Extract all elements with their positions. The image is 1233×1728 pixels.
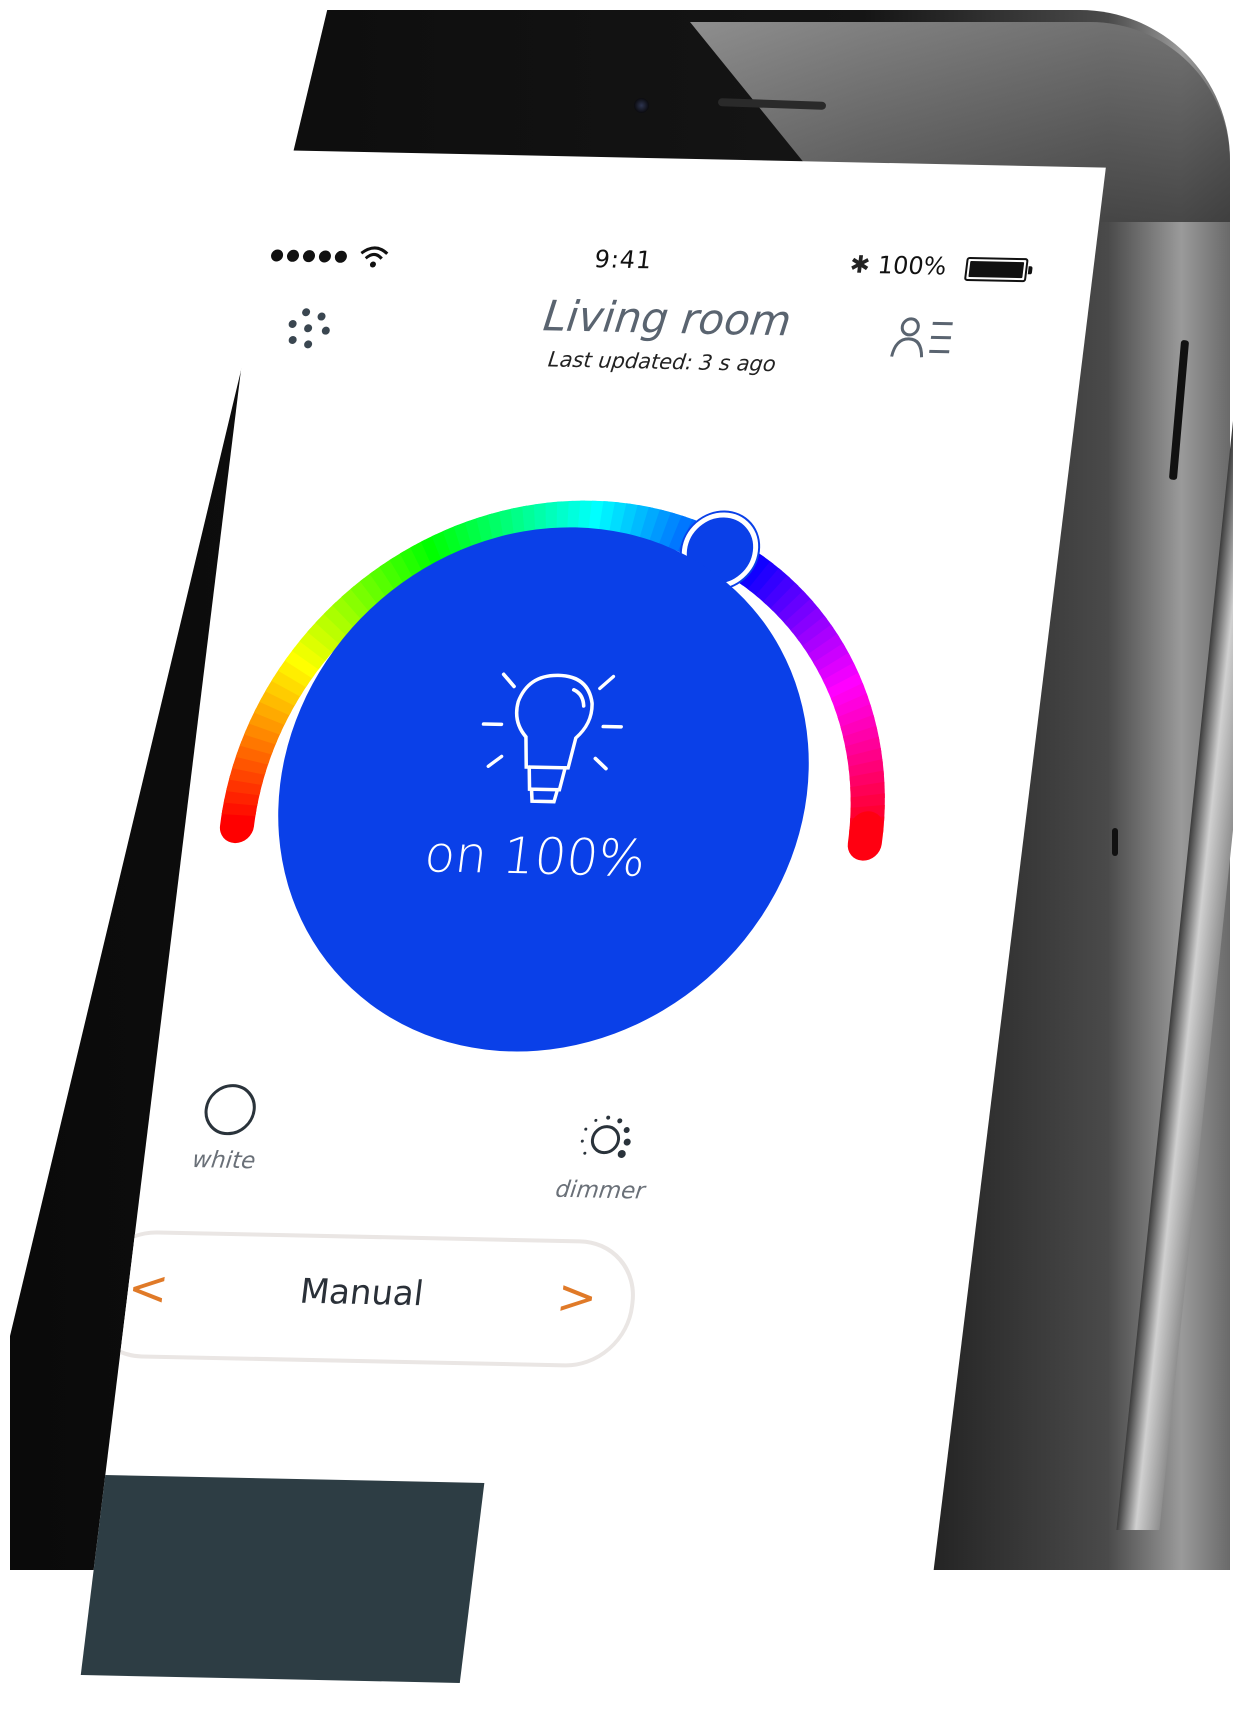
mode-white[interactable]: white — [152, 1080, 303, 1175]
battery-icon — [964, 257, 1029, 282]
light-bulb-icon — [466, 666, 634, 819]
signal-dots-icon — [270, 249, 347, 263]
bottom-panel — [76, 1474, 484, 1683]
dimmer-sun-icon — [568, 1111, 645, 1168]
battery-percent: 100% — [876, 251, 948, 280]
room-header: Living room Last updated: 3 s ago — [239, 285, 1089, 403]
mode-value: Manual — [90, 1267, 634, 1318]
power-status: on 100% — [268, 822, 802, 891]
front-camera — [634, 98, 649, 113]
mode-selector: < Manual > — [80, 1229, 642, 1368]
next-mode-button[interactable]: > — [554, 1269, 601, 1326]
hub-dots-icon[interactable] — [279, 306, 341, 357]
last-updated: Last updated: 3 s ago — [481, 346, 843, 378]
status-time: 9:41 — [593, 245, 654, 274]
mode-label: white — [152, 1146, 295, 1175]
status-bar: 9:41 ✱ 100% — [253, 232, 1096, 290]
side-button — [1112, 828, 1118, 856]
color-dial: on 100% — [175, 450, 972, 1105]
circle-outline-icon — [199, 1081, 262, 1138]
mode-label: dimmer — [529, 1176, 672, 1205]
room-title: Living room — [485, 290, 850, 347]
mode-options: white dimmer — [137, 1080, 992, 1238]
bluetooth-icon: ✱ — [848, 250, 871, 278]
mode-dimmer[interactable]: dimmer — [529, 1110, 680, 1205]
wifi-icon — [357, 244, 390, 269]
user-list-icon[interactable] — [888, 313, 958, 364]
